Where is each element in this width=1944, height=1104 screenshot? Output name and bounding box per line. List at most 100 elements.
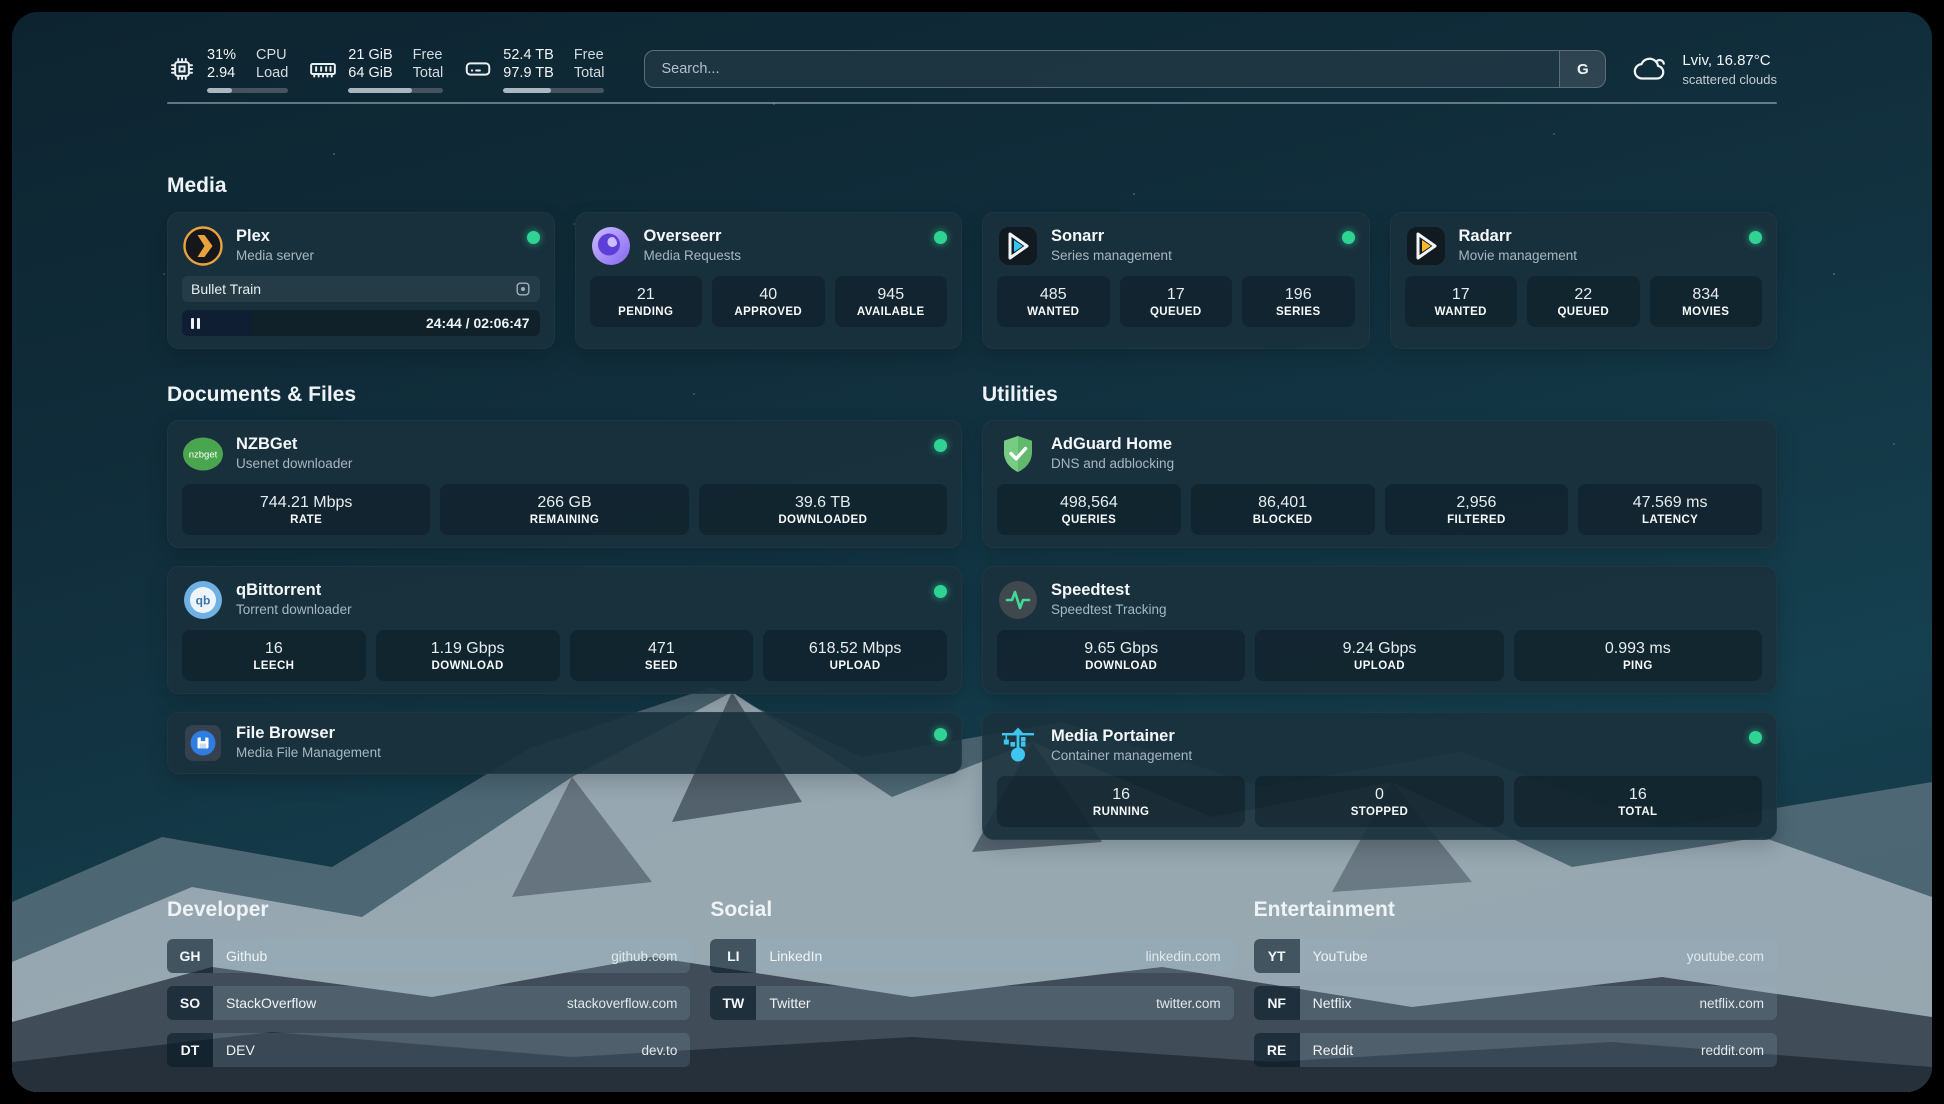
bookmark-abbr: TW bbox=[710, 986, 756, 1020]
speedtest-card[interactable]: Speedtest Speedtest Tracking 9.65 GbpsDO… bbox=[982, 566, 1777, 694]
svg-text:qb: qb bbox=[196, 594, 211, 608]
bookmark-abbr: SO bbox=[167, 986, 213, 1020]
ram-icon bbox=[308, 54, 338, 84]
snow-specks bbox=[12, 12, 16, 16]
section-title-utilities: Utilities bbox=[982, 383, 1777, 407]
ram-progress-bar bbox=[348, 88, 443, 93]
stat-ping: 0.993 msPING bbox=[1514, 630, 1762, 681]
utilities-column: Utilities AdGuard Home DNS bbox=[982, 383, 1777, 840]
portainer-icon bbox=[997, 725, 1039, 767]
online-status-dot bbox=[934, 231, 947, 244]
app-subtitle: Container management bbox=[1051, 747, 1192, 765]
nzbget-card[interactable]: nzbget NZBGet Usenet downloader 744.21 M… bbox=[167, 420, 962, 548]
stat-blocked: 86,401BLOCKED bbox=[1191, 484, 1375, 535]
pause-icon bbox=[191, 318, 200, 329]
bookmark-netflix[interactable]: NF Netflix netflix.com bbox=[1254, 986, 1777, 1020]
overseerr-icon bbox=[590, 225, 632, 267]
bookmark-github[interactable]: GH Github github.com bbox=[167, 939, 690, 973]
bookmark-reddit[interactable]: RE Reddit reddit.com bbox=[1254, 1033, 1777, 1067]
section-title-entertainment: Entertainment bbox=[1254, 898, 1777, 922]
cpu-load-label: Load bbox=[256, 64, 288, 82]
portainer-card[interactable]: Media Portainer Container management 16R… bbox=[982, 712, 1777, 840]
cpu-icon bbox=[167, 54, 197, 84]
stat-upload: 9.24 GbpsUPLOAD bbox=[1255, 630, 1503, 681]
online-status-dot bbox=[1749, 231, 1762, 244]
disk-total-value: 97.9 TB bbox=[503, 64, 554, 82]
online-status-dot bbox=[1749, 731, 1762, 744]
app-name: Plex bbox=[236, 225, 314, 247]
section-title-media: Media bbox=[167, 174, 1777, 198]
cast-icon bbox=[515, 281, 531, 297]
developer-bookmarks: Developer GH Github github.com SO StackO… bbox=[167, 898, 690, 1080]
stat-download: 1.19 GbpsDOWNLOAD bbox=[376, 630, 560, 681]
bookmark-abbr: LI bbox=[710, 939, 756, 973]
playback-time: 24:44 / 02:06:47 bbox=[426, 315, 540, 331]
stat-series: 196SERIES bbox=[1242, 276, 1355, 327]
section-title-documents: Documents & Files bbox=[167, 383, 962, 407]
cpu-stat-widget: 31% CPU 2.94 Load bbox=[167, 46, 288, 93]
app-name: File Browser bbox=[236, 722, 381, 744]
cpu-progress-bar bbox=[207, 88, 288, 93]
app-subtitle: Media File Management bbox=[236, 744, 381, 762]
app-name: Speedtest bbox=[1051, 579, 1167, 601]
bookmark-name: Reddit bbox=[1313, 1042, 1701, 1058]
bookmark-url: netflix.com bbox=[1699, 996, 1764, 1011]
app-subtitle: Media Requests bbox=[644, 247, 742, 265]
ram-free-value: 21 GiB bbox=[348, 46, 392, 64]
weather-condition: scattered clouds bbox=[1682, 71, 1777, 88]
bookmark-abbr: RE bbox=[1254, 1033, 1300, 1067]
overseerr-card[interactable]: Overseerr Media Requests 21PENDING 40APP… bbox=[575, 212, 963, 349]
bookmark-dev[interactable]: DT DEV dev.to bbox=[167, 1033, 690, 1067]
stat-queued: 17QUEUED bbox=[1120, 276, 1233, 327]
stat-filtered: 2,956FILTERED bbox=[1385, 484, 1569, 535]
app-subtitle: Movie management bbox=[1459, 247, 1578, 265]
app-name: Radarr bbox=[1459, 225, 1578, 247]
section-title-social: Social bbox=[710, 898, 1233, 922]
stat-movies: 834MOVIES bbox=[1650, 276, 1763, 327]
app-subtitle: Torrent downloader bbox=[236, 601, 352, 619]
app-subtitle: Usenet downloader bbox=[236, 455, 352, 473]
qbittorrent-card[interactable]: qb qBittorrent Torrent downloader 16LEEC… bbox=[167, 566, 962, 694]
cloud-icon bbox=[1632, 50, 1670, 88]
search-input[interactable] bbox=[645, 51, 1559, 87]
social-bookmarks: Social LI LinkedIn linkedin.com TW Twitt… bbox=[710, 898, 1233, 1080]
disk-total-label: Total bbox=[574, 64, 605, 82]
bookmark-url: reddit.com bbox=[1701, 1043, 1764, 1058]
bookmark-name: LinkedIn bbox=[769, 948, 1145, 964]
sonarr-card[interactable]: Sonarr Series management 485WANTED 17QUE… bbox=[982, 212, 1370, 349]
now-playing-row: Bullet Train bbox=[182, 276, 540, 302]
adguard-card[interactable]: AdGuard Home DNS and adblocking 498,564Q… bbox=[982, 420, 1777, 548]
app-subtitle: DNS and adblocking bbox=[1051, 455, 1174, 473]
nzbget-icon: nzbget bbox=[182, 433, 224, 475]
speedtest-icon bbox=[997, 579, 1039, 621]
weather-location-temp: Lviv, 16.87°C bbox=[1682, 51, 1777, 71]
plex-card[interactable]: Plex Media server Bullet Train 24:44 / 0… bbox=[167, 212, 555, 349]
radarr-icon bbox=[1405, 225, 1447, 267]
app-subtitle: Speedtest Tracking bbox=[1051, 601, 1167, 619]
stat-total: 16TOTAL bbox=[1514, 776, 1762, 827]
stat-wanted: 485WANTED bbox=[997, 276, 1110, 327]
stat-running: 16RUNNING bbox=[997, 776, 1245, 827]
stat-queued: 22QUEUED bbox=[1527, 276, 1640, 327]
bookmark-youtube[interactable]: YT YouTube youtube.com bbox=[1254, 939, 1777, 973]
stat-latency: 47.569 msLATENCY bbox=[1578, 484, 1762, 535]
weather-widget: Lviv, 16.87°C scattered clouds bbox=[1632, 50, 1777, 88]
stat-remaining: 266 GBREMAINING bbox=[440, 484, 688, 535]
online-status-dot bbox=[934, 585, 947, 598]
bookmark-name: YouTube bbox=[1313, 948, 1687, 964]
section-title-developer: Developer bbox=[167, 898, 690, 922]
bookmark-name: DEV bbox=[226, 1042, 642, 1058]
bookmark-name: StackOverflow bbox=[226, 995, 567, 1011]
filebrowser-card[interactable]: File Browser Media File Management bbox=[167, 712, 962, 774]
app-name: NZBGet bbox=[236, 433, 352, 455]
app-name: Overseerr bbox=[644, 225, 742, 247]
stat-approved: 40APPROVED bbox=[712, 276, 825, 327]
bookmark-stackoverflow[interactable]: SO StackOverflow stackoverflow.com bbox=[167, 986, 690, 1020]
disk-free-label: Free bbox=[574, 46, 605, 64]
search-engine-button[interactable]: G bbox=[1559, 51, 1605, 87]
radarr-card[interactable]: Radarr Movie management 17WANTED 22QUEUE… bbox=[1390, 212, 1778, 349]
bookmark-twitter[interactable]: TW Twitter twitter.com bbox=[710, 986, 1233, 1020]
bookmark-linkedin[interactable]: LI LinkedIn linkedin.com bbox=[710, 939, 1233, 973]
bookmark-url: linkedin.com bbox=[1146, 949, 1221, 964]
ram-total-value: 64 GiB bbox=[348, 64, 392, 82]
